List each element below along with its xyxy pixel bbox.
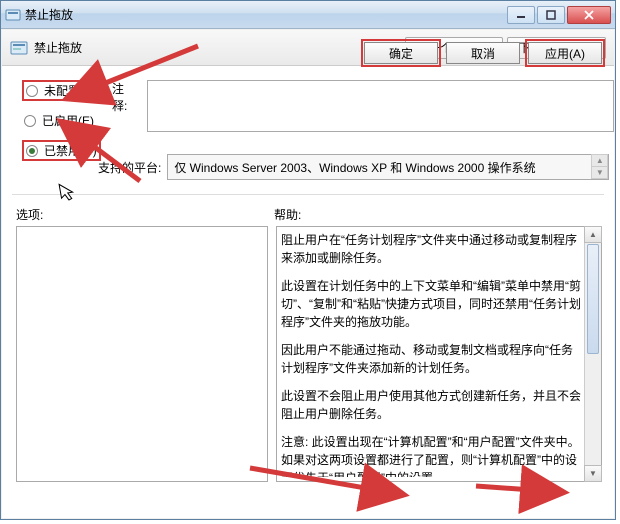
options-label: 选项:	[16, 206, 274, 223]
radio-enabled[interactable]: 已启用(E)	[22, 111, 101, 130]
help-para: 此设置在计划任务中的上下文菜单和“编辑”菜单中禁用“剪切”、“复制”和“粘贴”快…	[281, 277, 581, 331]
dialog-window: 禁止拖放 禁止拖放 上一个设置(P) 下一个设置(N) 未配置(C)	[0, 0, 616, 520]
gpo-icon	[5, 7, 21, 23]
titlebar: 禁止拖放	[1, 1, 615, 29]
window-title: 禁止拖放	[25, 6, 507, 23]
button-row: 确定 取消 应用(A)	[364, 42, 602, 64]
content-area: 禁止拖放 上一个设置(P) 下一个设置(N) 未配置(C) 已启用(E) 已禁用…	[2, 30, 614, 518]
help-para: 注意: 此设置出现在“计算机配置”和“用户配置”文件夹中。如果对这两项设置都进行…	[281, 433, 581, 477]
radio-not-configured[interactable]: 未配置(C)	[22, 80, 101, 101]
help-scrollbar[interactable]: ▲ ▼	[584, 227, 601, 481]
radio-label: 已启用(E)	[42, 112, 94, 129]
platform-row: 支持的平台: 仅 Windows Server 2003、Windows XP …	[98, 154, 609, 180]
help-para: 阻止用户在“任务计划程序”文件夹中通过移动或复制程序来添加或删除任务。	[281, 231, 581, 267]
help-box: 阻止用户在“任务计划程序”文件夹中通过移动或复制程序来添加或删除任务。 此设置在…	[276, 226, 602, 482]
help-label: 帮助:	[274, 206, 301, 223]
help-para: 此设置不会阻止用户使用其他方式创建新任务，并且不会阻止用户删除任务。	[281, 387, 581, 423]
cancel-button[interactable]: 取消	[446, 42, 520, 64]
radio-group: 未配置(C) 已启用(E) 已禁用(D)	[22, 80, 101, 161]
radio-icon	[26, 145, 38, 157]
scroll-down-icon[interactable]: ▼	[584, 465, 602, 482]
apply-button[interactable]: 应用(A)	[528, 42, 602, 64]
platform-box: 仅 Windows Server 2003、Windows XP 和 Windo…	[167, 154, 609, 180]
help-para: 因此用户不能通过拖动、移动或复制文档或程序向“任务计划程序”文件夹添加新的计划任…	[281, 341, 581, 377]
options-box	[16, 226, 268, 482]
columns-header: 选项: 帮助:	[16, 206, 600, 223]
window-buttons	[507, 6, 611, 24]
platform-text: 仅 Windows Server 2003、Windows XP 和 Windo…	[174, 161, 535, 175]
radio-icon	[24, 115, 36, 127]
scroll-track[interactable]	[585, 244, 601, 464]
note-label: 注释:	[112, 80, 139, 114]
scroll-thumb[interactable]	[587, 244, 599, 354]
policy-title: 禁止拖放	[34, 39, 82, 56]
radio-disabled[interactable]: 已禁用(D)	[22, 140, 101, 161]
close-button[interactable]	[567, 6, 611, 24]
separator	[12, 194, 604, 195]
radio-label: 未配置(C)	[44, 82, 97, 99]
maximize-button[interactable]	[537, 6, 565, 24]
radio-label: 已禁用(D)	[44, 142, 97, 159]
policy-icon	[10, 39, 28, 57]
platform-label: 支持的平台:	[98, 159, 161, 176]
radio-icon	[26, 85, 38, 97]
body: 未配置(C) 已启用(E) 已禁用(D) 注释: 支持的平台:	[2, 66, 614, 74]
note-textarea[interactable]	[147, 80, 614, 132]
help-text: 阻止用户在“任务计划程序”文件夹中通过移动或复制程序来添加或删除任务。 此设置在…	[281, 231, 581, 477]
minimize-button[interactable]	[507, 6, 535, 24]
platform-scrollbar[interactable]: ▲▼	[591, 155, 608, 179]
ok-button[interactable]: 确定	[364, 42, 438, 64]
scroll-up-icon[interactable]: ▲	[584, 226, 602, 243]
note-row: 注释:	[112, 80, 614, 132]
